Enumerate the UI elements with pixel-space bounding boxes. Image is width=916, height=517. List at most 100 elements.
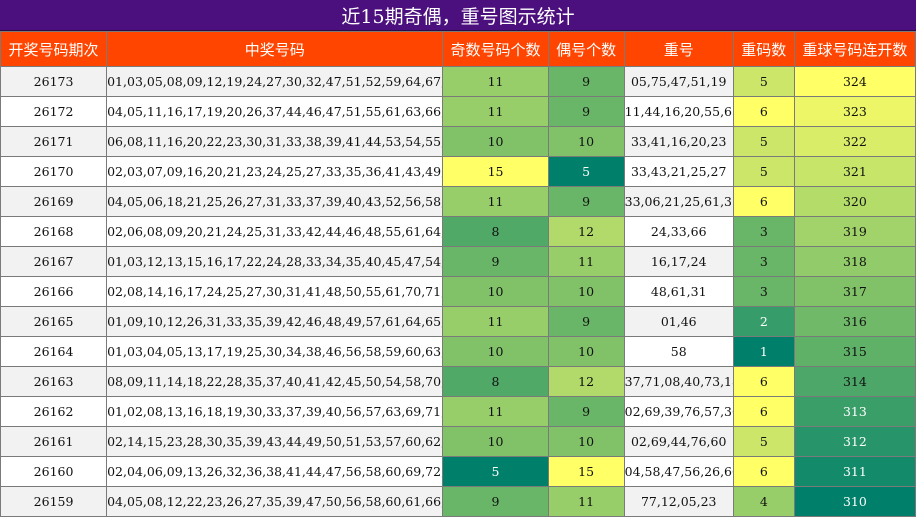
header-even-count: 偶号个数: [547, 31, 625, 67]
cell-winning-numbers: 01,02,08,13,16,18,19,30,33,37,39,40,56,5…: [106, 396, 444, 427]
table-row: 26164 01,03,04,05,13,17,19,25,30,34,38,46…: [0, 336, 916, 367]
cell-repeat-count: 5: [732, 156, 795, 187]
cell-repeat-numbers: 05,75,47,51,19: [623, 66, 734, 97]
cell-repeat-numbers: 37,71,08,40,73,18: [623, 366, 734, 397]
cell-repeat-numbers: 33,06,21,25,61,31: [623, 186, 734, 217]
cell-winning-numbers: 04,05,06,18,21,25,26,27,31,33,37,39,40,4…: [106, 186, 444, 217]
cell-winning-numbers: 06,08,11,16,20,22,23,30,31,33,38,39,41,4…: [106, 126, 444, 157]
header-winning-numbers: 中奖号码: [106, 31, 444, 67]
cell-winning-numbers: 02,06,08,09,20,21,24,25,31,33,42,44,46,4…: [106, 216, 444, 247]
cell-issue: 26164: [0, 336, 108, 367]
stats-table-view: 近15期奇偶，重号图示统计 开奖号码期次 中奖号码 奇数号码个数 偶号个数 重号…: [0, 0, 916, 517]
cell-odd-count: 10: [442, 426, 549, 457]
cell-consecutive-count: 312: [793, 426, 916, 457]
cell-winning-numbers: 01,03,04,05,13,17,19,25,30,34,38,46,56,5…: [106, 336, 444, 367]
cell-winning-numbers: 04,05,08,12,22,23,26,27,35,39,47,50,56,5…: [106, 486, 444, 517]
table-row: 26160 02,04,06,09,13,26,32,36,38,41,44,47…: [0, 456, 916, 487]
cell-even-count: 9: [547, 186, 625, 217]
cell-repeat-count: 6: [732, 366, 795, 397]
cell-repeat-numbers: 24,33,66: [623, 216, 734, 247]
cell-winning-numbers: 02,14,15,23,28,30,35,39,43,44,49,50,51,5…: [106, 426, 444, 457]
cell-consecutive-count: 322: [793, 126, 916, 157]
cell-odd-count: 9: [442, 246, 549, 277]
table-row: 26163 08,09,11,14,18,22,28,35,37,40,41,42…: [0, 366, 916, 397]
cell-issue: 26159: [0, 486, 108, 517]
cell-odd-count: 15: [442, 156, 549, 187]
cell-issue: 26160: [0, 456, 108, 487]
cell-even-count: 10: [547, 276, 625, 307]
cell-issue: 26170: [0, 156, 108, 187]
cell-consecutive-count: 316: [793, 306, 916, 337]
table-row: 26171 06,08,11,16,20,22,23,30,31,33,38,39…: [0, 126, 916, 157]
table-row: 26161 02,14,15,23,28,30,35,39,43,44,49,50…: [0, 426, 916, 457]
cell-odd-count: 11: [442, 186, 549, 217]
cell-repeat-numbers: 02,69,39,76,57,30: [623, 396, 734, 427]
cell-winning-numbers: 04,05,11,16,17,19,20,26,37,44,46,47,51,5…: [106, 96, 444, 127]
cell-odd-count: 11: [442, 66, 549, 97]
cell-odd-count: 5: [442, 456, 549, 487]
cell-repeat-count: 3: [732, 246, 795, 277]
cell-even-count: 9: [547, 396, 625, 427]
cell-consecutive-count: 317: [793, 276, 916, 307]
cell-odd-count: 10: [442, 276, 549, 307]
cell-issue: 26171: [0, 126, 108, 157]
table-row: 26168 02,06,08,09,20,21,24,25,31,33,42,44…: [0, 216, 916, 247]
table-row: 26165 01,09,10,12,26,31,33,35,39,42,46,48…: [0, 306, 916, 337]
cell-odd-count: 10: [442, 126, 549, 157]
cell-repeat-numbers: 01,46: [623, 306, 734, 337]
cell-repeat-count: 6: [732, 186, 795, 217]
cell-repeat-numbers: 11,44,16,20,55,63: [623, 96, 734, 127]
cell-consecutive-count: 321: [793, 156, 916, 187]
cell-repeat-numbers: 04,58,47,56,26,60: [623, 456, 734, 487]
cell-odd-count: 10: [442, 336, 549, 367]
cell-winning-numbers: 01,09,10,12,26,31,33,35,39,42,46,48,49,5…: [106, 306, 444, 337]
cell-repeat-count: 6: [732, 456, 795, 487]
cell-issue: 26168: [0, 216, 108, 247]
cell-consecutive-count: 311: [793, 456, 916, 487]
table-title: 近15期奇偶，重号图示统计: [0, 0, 916, 31]
cell-winning-numbers: 01,03,12,13,15,16,17,22,24,28,33,34,35,4…: [106, 246, 444, 277]
cell-repeat-count: 5: [732, 126, 795, 157]
header-issue: 开奖号码期次: [0, 31, 108, 67]
table-row: 26166 02,08,14,16,17,24,25,27,30,31,41,48…: [0, 276, 916, 307]
table-row: 26169 04,05,06,18,21,25,26,27,31,33,37,39…: [0, 186, 916, 217]
table-row: 26172 04,05,11,16,17,19,20,26,37,44,46,47…: [0, 96, 916, 127]
cell-winning-numbers: 08,09,11,14,18,22,28,35,37,40,41,42,45,5…: [106, 366, 444, 397]
cell-even-count: 15: [547, 456, 625, 487]
cell-consecutive-count: 314: [793, 366, 916, 397]
cell-repeat-count: 2: [732, 306, 795, 337]
cell-repeat-count: 3: [732, 276, 795, 307]
cell-repeat-numbers: 33,43,21,25,27: [623, 156, 734, 187]
cell-even-count: 11: [547, 486, 625, 517]
table-row: 26173 01,03,05,08,09,12,19,24,27,30,32,47…: [0, 66, 916, 97]
header-repeat-numbers: 重号: [623, 31, 734, 67]
cell-even-count: 9: [547, 96, 625, 127]
cell-even-count: 9: [547, 66, 625, 97]
table-row: 26167 01,03,12,13,15,16,17,22,24,28,33,34…: [0, 246, 916, 277]
cell-even-count: 12: [547, 216, 625, 247]
lottery-stats-table: 开奖号码期次 中奖号码 奇数号码个数 偶号个数 重号 重码数 重球号码连开数 2…: [0, 31, 916, 517]
cell-repeat-numbers: 58: [623, 336, 734, 367]
cell-odd-count: 8: [442, 366, 549, 397]
cell-repeat-numbers: 16,17,24: [623, 246, 734, 277]
table-row: 26170 02,03,07,09,16,20,21,23,24,25,27,33…: [0, 156, 916, 187]
cell-even-count: 9: [547, 306, 625, 337]
cell-even-count: 5: [547, 156, 625, 187]
cell-winning-numbers: 02,08,14,16,17,24,25,27,30,31,41,48,50,5…: [106, 276, 444, 307]
cell-consecutive-count: 310: [793, 486, 916, 517]
cell-even-count: 12: [547, 366, 625, 397]
cell-issue: 26169: [0, 186, 108, 217]
cell-odd-count: 9: [442, 486, 549, 517]
cell-odd-count: 8: [442, 216, 549, 247]
cell-winning-numbers: 02,03,07,09,16,20,21,23,24,25,27,33,35,3…: [106, 156, 444, 187]
cell-repeat-count: 1: [732, 336, 795, 367]
table-row: 26159 04,05,08,12,22,23,26,27,35,39,47,50…: [0, 486, 916, 517]
cell-consecutive-count: 323: [793, 96, 916, 127]
cell-issue: 26173: [0, 66, 108, 97]
cell-even-count: 10: [547, 426, 625, 457]
cell-even-count: 10: [547, 336, 625, 367]
table-row: 26162 01,02,08,13,16,18,19,30,33,37,39,40…: [0, 396, 916, 427]
cell-consecutive-count: 313: [793, 396, 916, 427]
cell-odd-count: 11: [442, 306, 549, 337]
cell-issue: 26166: [0, 276, 108, 307]
